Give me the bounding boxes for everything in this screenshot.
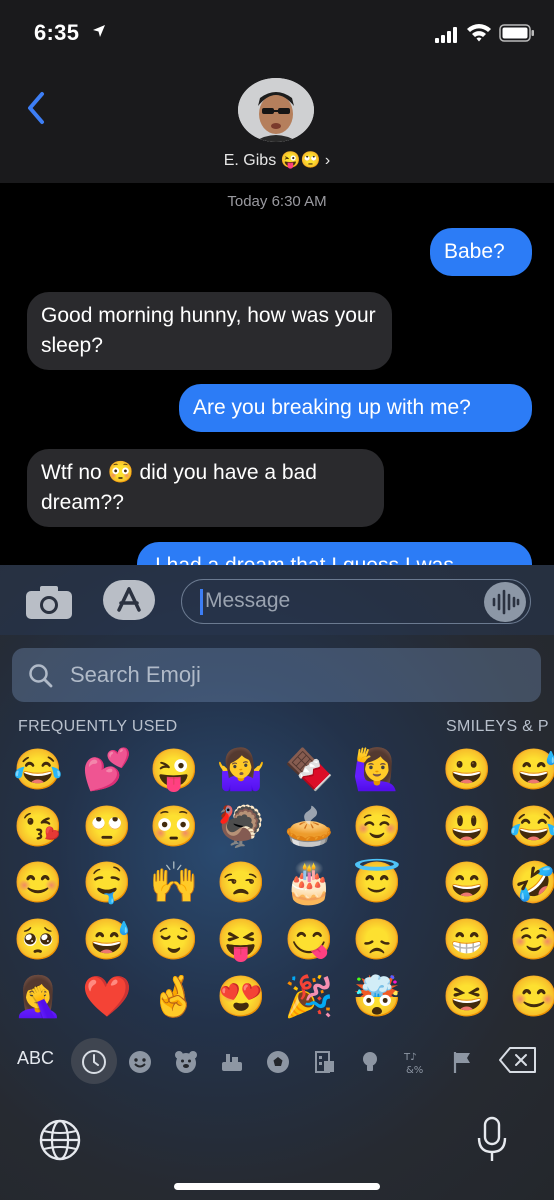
emoji-key[interactable]: 😘 xyxy=(13,802,63,852)
emoji-key[interactable]: 😇 xyxy=(352,858,402,908)
emoji-key[interactable]: 🙋‍♀️ xyxy=(352,745,402,795)
delete-key-icon[interactable] xyxy=(498,1046,538,1074)
emoji-key[interactable]: 😊 xyxy=(13,858,63,908)
smiley-icon[interactable] xyxy=(126,1048,154,1076)
back-chevron-icon[interactable] xyxy=(20,88,54,128)
emoji-key[interactable]: 😒 xyxy=(216,858,266,908)
ball-icon[interactable] xyxy=(264,1048,292,1076)
emoji-key[interactable]: 🤣 xyxy=(509,858,554,908)
text-caret xyxy=(200,589,203,615)
emoji-key[interactable]: 🤦‍♀️ xyxy=(13,972,63,1022)
emoji-key[interactable]: 🥺 xyxy=(13,915,63,965)
emoji-key[interactable]: 😝 xyxy=(216,915,266,965)
emoji-key[interactable]: 🙌 xyxy=(149,858,199,908)
emoji-key[interactable]: 🤯 xyxy=(352,972,402,1022)
audio-message-button[interactable] xyxy=(484,582,526,622)
wifi-icon xyxy=(467,24,491,42)
emoji-key[interactable]: 😍 xyxy=(216,972,266,1022)
svg-text:T♪: T♪ xyxy=(403,1052,417,1063)
emoji-key[interactable]: 😜 xyxy=(149,745,199,795)
contact-avatar[interactable] xyxy=(238,78,314,142)
abc-key[interactable]: ABC xyxy=(17,1048,54,1069)
home-indicator[interactable] xyxy=(174,1183,380,1190)
message-timestamp: Today 6:30 AM xyxy=(227,193,327,210)
symbols-icon[interactable]: T♪ &% xyxy=(402,1048,430,1076)
flag-icon[interactable] xyxy=(448,1048,476,1076)
sent-message[interactable]: Are you breaking up with me? xyxy=(179,384,532,432)
section-frequently-used: FREQUENTLY USED xyxy=(18,718,178,735)
section-smileys: SMILEYS & P xyxy=(446,718,549,735)
received-message[interactable]: Good morning hunny, how was your sleep? xyxy=(27,292,392,370)
emoji-key[interactable]: 😋 xyxy=(284,915,334,965)
emoji-key[interactable]: 🦃 xyxy=(216,802,266,852)
emoji-key[interactable]: 🤤 xyxy=(82,858,132,908)
location-arrow-icon xyxy=(93,25,105,37)
sent-message[interactable]: Babe? xyxy=(430,228,532,276)
food-icon[interactable] xyxy=(218,1048,246,1076)
emoji-key[interactable]: ☺️ xyxy=(509,915,554,965)
clock-icon xyxy=(82,1050,106,1074)
camera-icon[interactable] xyxy=(24,584,74,620)
emoji-key[interactable]: 😳 xyxy=(149,802,199,852)
contact-name[interactable]: E. Gibs 😜🙄 › xyxy=(170,150,384,170)
emoji-key[interactable]: 😃 xyxy=(442,802,492,852)
search-icon xyxy=(29,664,53,688)
emoji-key[interactable]: 😊 xyxy=(509,972,554,1022)
emoji-key[interactable]: 😅 xyxy=(509,745,554,795)
message-placeholder: Message xyxy=(205,589,291,612)
emoji-key[interactable]: 🥧 xyxy=(284,802,334,852)
emoji-key[interactable]: 😞 xyxy=(352,915,402,965)
emoji-key[interactable]: ☺️ xyxy=(352,802,402,852)
building-icon[interactable] xyxy=(310,1048,338,1076)
emoji-key[interactable]: 🤞 xyxy=(149,972,199,1022)
emoji-search-placeholder: Search Emoji xyxy=(70,662,201,687)
app-store-icon[interactable] xyxy=(103,580,155,620)
emoji-key[interactable]: 😂 xyxy=(509,802,554,852)
emoji-key[interactable]: 😂 xyxy=(13,745,63,795)
battery-icon xyxy=(499,24,534,42)
emoji-key[interactable]: 💕 xyxy=(82,745,132,795)
bear-icon[interactable] xyxy=(172,1048,200,1076)
emoji-key[interactable]: 🎉 xyxy=(284,972,334,1022)
received-message[interactable]: Wtf no 😳 did you have a bad dream?? xyxy=(27,449,384,527)
emoji-key[interactable]: 🎂 xyxy=(284,858,334,908)
lightbulb-icon[interactable] xyxy=(356,1048,384,1076)
emoji-key[interactable]: 😌 xyxy=(149,915,199,965)
svg-text:&%: &% xyxy=(406,1065,423,1076)
microphone-icon[interactable] xyxy=(476,1116,508,1164)
emoji-key[interactable]: ❤️ xyxy=(82,972,132,1022)
emoji-key[interactable]: 😁 xyxy=(442,915,492,965)
signal-icon xyxy=(435,27,457,43)
emoji-key[interactable]: 🍫 xyxy=(284,745,334,795)
globe-icon[interactable] xyxy=(38,1118,82,1162)
emoji-key[interactable]: 😅 xyxy=(82,915,132,965)
emoji-key[interactable]: 😄 xyxy=(442,858,492,908)
waveform-icon xyxy=(492,589,520,615)
status-time: 6:35 xyxy=(34,20,80,45)
emoji-key[interactable]: 😆 xyxy=(442,972,492,1022)
emoji-key[interactable]: 🙄 xyxy=(82,802,132,852)
emoji-key[interactable]: 🤷‍♀️ xyxy=(216,745,266,795)
emoji-key[interactable]: 😀 xyxy=(442,745,492,795)
